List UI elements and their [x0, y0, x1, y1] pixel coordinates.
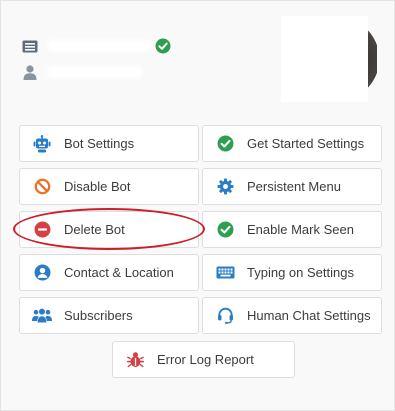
disable-bot-button[interactable]: Disable Bot: [19, 168, 199, 205]
persistent-menu-label: Persistent Menu: [247, 179, 341, 194]
page-header-icon: [21, 37, 39, 55]
delete-bot-label: Delete Bot: [64, 222, 125, 237]
persistent-menu-button[interactable]: Persistent Menu: [202, 168, 382, 205]
user-name-row: [21, 63, 143, 81]
gear-icon: [215, 177, 235, 197]
subscribers-label: Subscribers: [64, 308, 133, 323]
human-chat-settings-label: Human Chat Settings: [247, 308, 371, 323]
get-started-settings-button[interactable]: Get Started Settings: [202, 125, 382, 162]
avatar: [281, 16, 377, 102]
robot-icon: [32, 134, 52, 154]
contact-location-label: Contact & Location: [64, 265, 174, 280]
enable-mark-seen-label: Enable Mark Seen: [247, 222, 354, 237]
bug-icon: [125, 350, 145, 370]
contact-location-button[interactable]: Contact & Location: [19, 254, 199, 291]
users-icon: [32, 306, 52, 326]
headset-icon: [215, 306, 235, 326]
error-log-report-button[interactable]: Error Log Report: [112, 341, 295, 378]
user-icon: [21, 63, 39, 81]
get-started-settings-label: Get Started Settings: [247, 136, 365, 151]
check-circle-icon: [215, 220, 235, 240]
user-circle-icon: [32, 263, 52, 283]
delete-bot-button[interactable]: Delete Bot: [19, 211, 199, 248]
check-circle-icon: [215, 134, 235, 154]
bot-actions-panel: Bot Settings Get Started Settings Disabl…: [0, 0, 395, 411]
bot-settings-label: Bot Settings: [64, 136, 135, 151]
ban-icon: [32, 177, 52, 197]
keyboard-icon: [215, 263, 235, 283]
human-chat-settings-button[interactable]: Human Chat Settings: [202, 297, 382, 334]
page-name-redacted: [47, 40, 151, 52]
user-name-redacted: [47, 66, 143, 78]
bot-settings-button[interactable]: Bot Settings: [19, 125, 199, 162]
subscribers-button[interactable]: Subscribers: [19, 297, 199, 334]
minus-circle-icon: [32, 220, 52, 240]
page-name-row: [21, 37, 172, 55]
verified-check-icon: [154, 37, 172, 55]
disable-bot-label: Disable Bot: [64, 179, 131, 194]
typing-on-settings-button[interactable]: Typing on Settings: [202, 254, 382, 291]
error-log-report-label: Error Log Report: [157, 352, 254, 367]
typing-on-settings-label: Typing on Settings: [247, 265, 354, 280]
enable-mark-seen-button[interactable]: Enable Mark Seen: [202, 211, 382, 248]
